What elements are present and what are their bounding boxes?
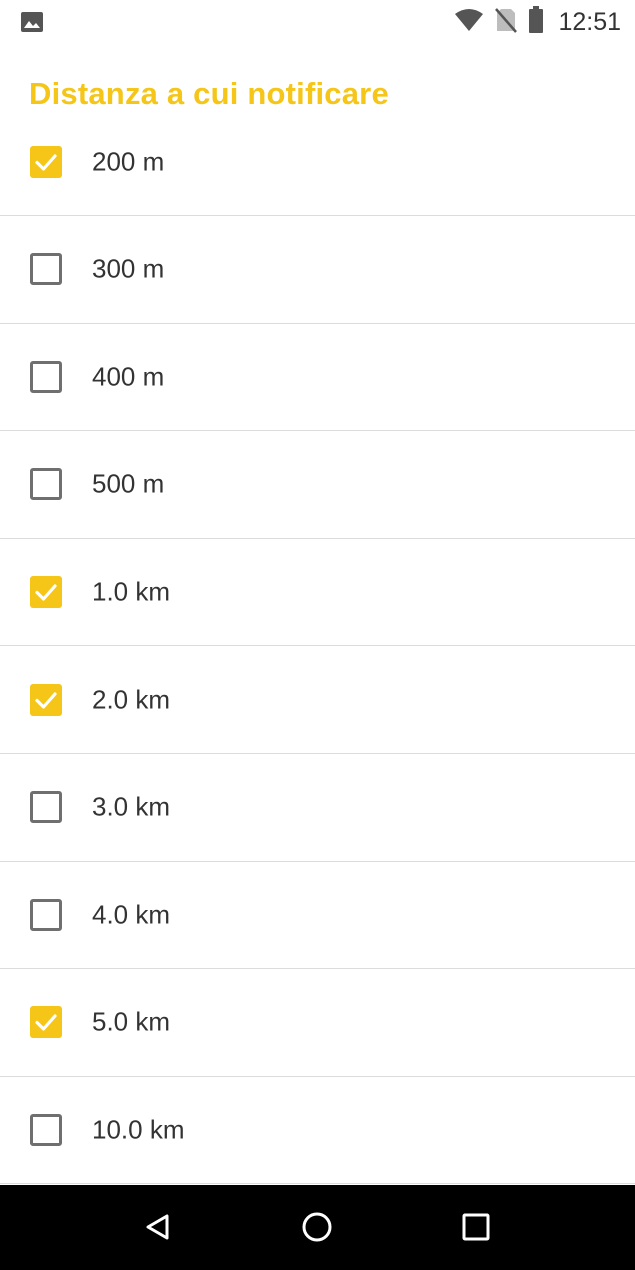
- gallery-icon: [20, 10, 44, 34]
- option-label: 1.0 km: [92, 576, 171, 607]
- navigation-bar: [0, 1185, 635, 1270]
- checkbox-unchecked[interactable]: [30, 253, 62, 286]
- page-title: Distanza a cui notificare: [29, 76, 389, 111]
- checkbox-unchecked[interactable]: [30, 791, 62, 824]
- option-label: 10.0 km: [92, 1114, 185, 1145]
- checkbox-checked[interactable]: [30, 683, 62, 716]
- checkbox-unchecked[interactable]: [30, 898, 62, 931]
- option-label: 400 m: [92, 361, 165, 392]
- option-label: 500 m: [92, 468, 165, 499]
- option-row[interactable]: 400 m: [0, 324, 635, 432]
- distance-options-list: 200 m 300 m 400 m 500 m 1.0 km 2.0 km 3.0 km 4.…: [0, 108, 635, 1185]
- recents-icon[interactable]: [456, 1207, 496, 1247]
- back-icon[interactable]: [139, 1207, 179, 1247]
- wifi-icon: [454, 8, 484, 37]
- checkbox-unchecked[interactable]: [30, 360, 62, 393]
- option-row[interactable]: 300 m: [0, 216, 635, 324]
- checkbox-checked[interactable]: [30, 576, 62, 609]
- checkbox-unchecked[interactable]: [30, 468, 62, 501]
- home-icon[interactable]: [297, 1207, 337, 1247]
- status-icons: 12:51: [454, 5, 621, 39]
- option-row[interactable]: 3.0 km: [0, 754, 635, 862]
- option-label: 3.0 km: [92, 791, 171, 822]
- checkbox-unchecked[interactable]: [30, 1114, 62, 1147]
- option-label: 5.0 km: [92, 1006, 171, 1037]
- option-row[interactable]: 1.0 km: [0, 539, 635, 647]
- option-label: 4.0 km: [92, 899, 171, 930]
- status-time: 12:51: [558, 7, 621, 36]
- option-label: 200 m: [92, 146, 165, 177]
- battery-icon: [528, 5, 544, 39]
- no-sim-icon: [494, 7, 518, 38]
- option-row[interactable]: 5.0 km: [0, 969, 635, 1077]
- option-row[interactable]: 200 m: [0, 108, 635, 216]
- status-bar: 12:51: [0, 0, 635, 48]
- option-label: 300 m: [92, 253, 165, 284]
- option-label: 2.0 km: [92, 684, 171, 715]
- option-row[interactable]: 4.0 km: [0, 862, 635, 970]
- option-row[interactable]: 2.0 km: [0, 646, 635, 754]
- screen: 12:51 Distanza a cui notificare 200 m 300…: [0, 0, 635, 1270]
- option-row[interactable]: 10.0 km: [0, 1077, 635, 1185]
- option-row[interactable]: 500 m: [0, 431, 635, 539]
- checkbox-checked[interactable]: [30, 146, 62, 178]
- checkbox-checked[interactable]: [30, 1006, 62, 1039]
